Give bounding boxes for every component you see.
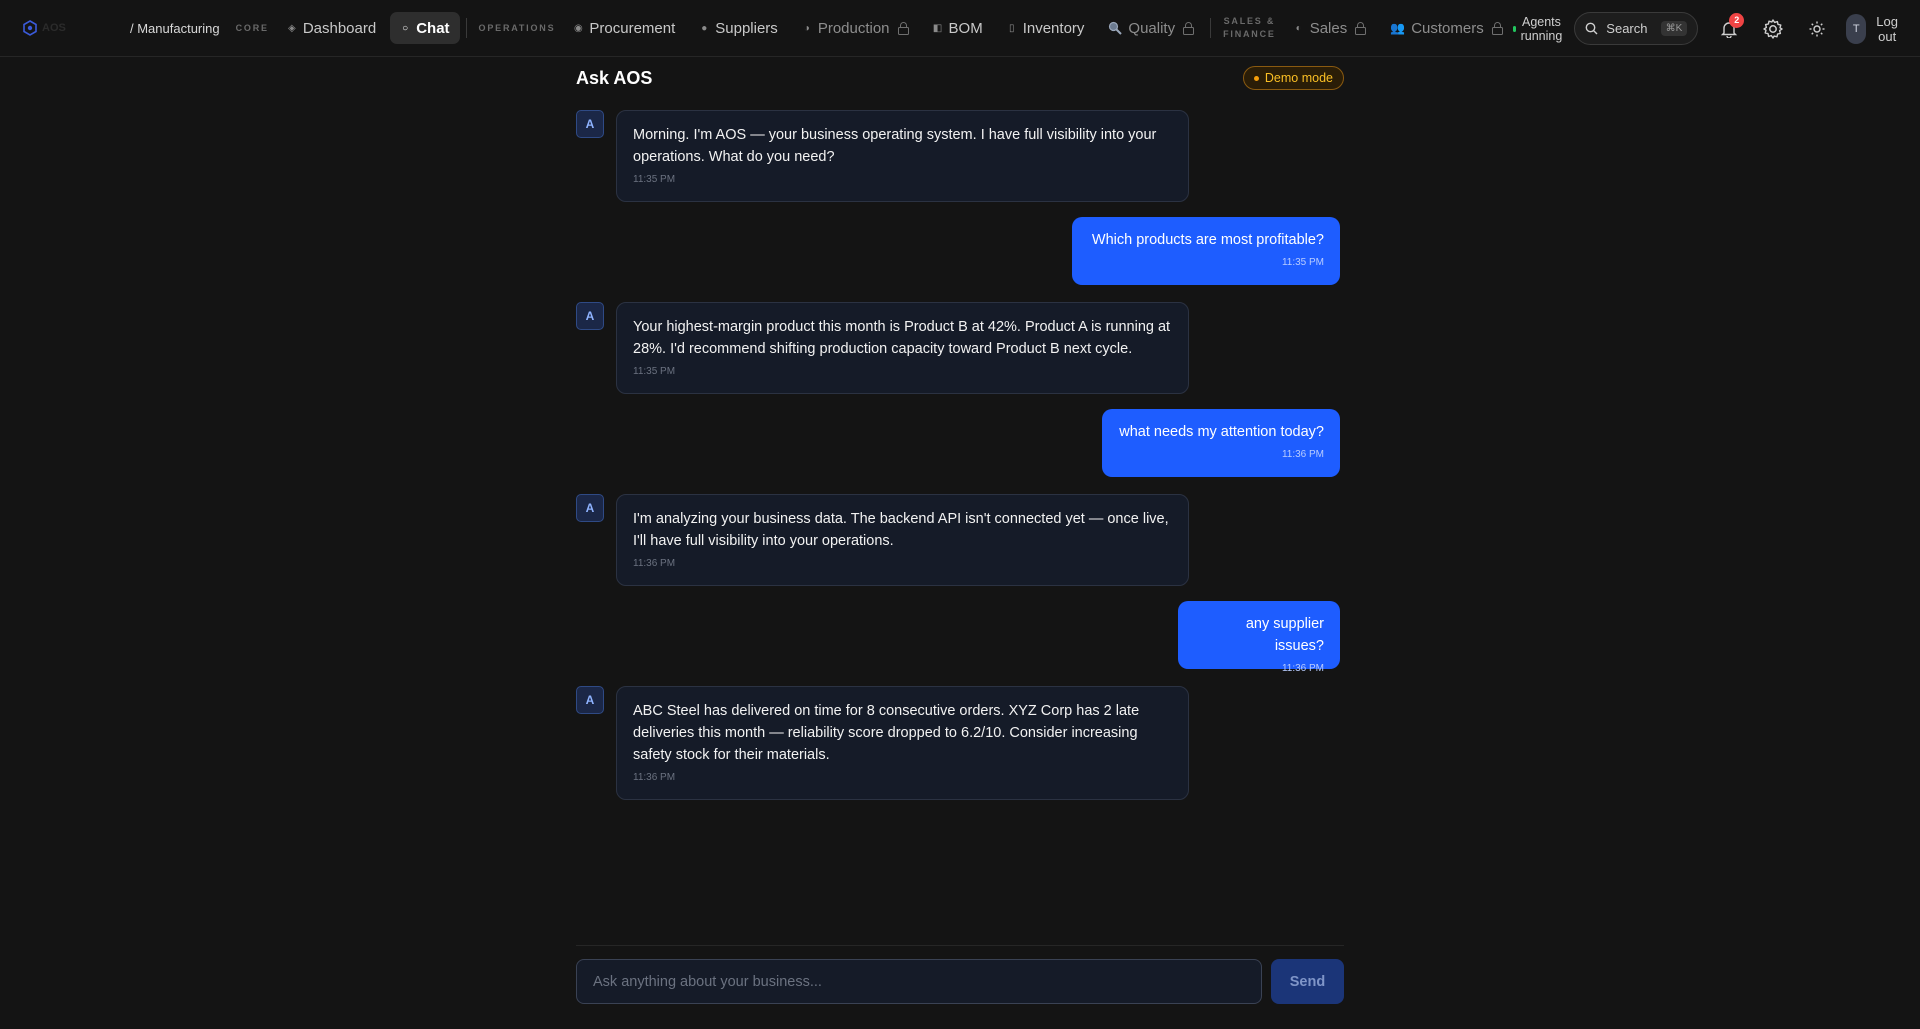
message-bubble: Which products are most profitable? 11:3…: [1072, 217, 1340, 285]
nav-divider: [465, 18, 467, 38]
logo-icon: [23, 20, 37, 36]
people-icon: 👥: [1390, 21, 1406, 35]
message-text: ABC Steel has delivered on time for 8 co…: [633, 703, 1140, 763]
top-nav: AOS / Manufacturing CORE ◈ Dashboard ○ C…: [0, 0, 1920, 57]
message-text: I'm analyzing your business data. The ba…: [633, 511, 1169, 549]
app-logo[interactable]: AOS: [22, 20, 106, 36]
message-time: 11:36 PM: [633, 772, 676, 783]
nav-item-suppliers[interactable]: ● Suppliers: [689, 12, 788, 44]
sales-icon: ◐: [1295, 22, 1302, 34]
notification-badge: 2: [1729, 12, 1745, 28]
search-button[interactable]: Search ⌘K: [1574, 12, 1699, 45]
nav-group-operations: OPERATIONS: [478, 22, 556, 33]
chat-panel: Ask AOS Demo mode A Morning. I'm AOS — y…: [576, 57, 1344, 1029]
nav-item-label: Sales: [1309, 19, 1348, 37]
nav-item-label: Suppliers: [715, 19, 778, 37]
message-text: Which products are most profitable?: [1091, 232, 1324, 248]
logo-text: AOS: [42, 22, 66, 34]
nav-item-label: Production: [817, 19, 890, 37]
inventory-icon: ▯: [1008, 22, 1015, 34]
message-time: 11:36 PM: [1281, 663, 1324, 674]
lock-icon: [1491, 22, 1503, 35]
nav-item-bom[interactable]: ◧ BOM: [923, 12, 993, 44]
user-avatar[interactable]: T: [1846, 13, 1867, 44]
page-title: Ask AOS: [576, 68, 653, 88]
lock-icon: [897, 22, 909, 35]
message-time: 11:35 PM: [1281, 257, 1324, 268]
message-time: 11:35 PM: [633, 174, 676, 185]
bom-icon: ◧: [932, 22, 943, 34]
assistant-avatar: A: [576, 494, 604, 522]
nav-item-label: Quality: [1128, 19, 1176, 37]
message-time: 11:35 PM: [633, 366, 676, 377]
status-dot-icon: [1253, 75, 1259, 81]
production-icon: ◑: [803, 22, 810, 34]
chat-icon: ○: [402, 22, 409, 34]
message-time: 11:36 PM: [633, 558, 676, 569]
nav-item-label: BOM: [948, 19, 983, 37]
nav-divider: [1210, 18, 1212, 38]
message-bubble: ABC Steel has delivered on time for 8 co…: [616, 686, 1189, 800]
message-text: what needs my attention today?: [1119, 424, 1324, 440]
nav-item-inventory[interactable]: ▯ Inventory: [997, 12, 1095, 44]
theme-toggle-button[interactable]: [1802, 14, 1832, 44]
group-label-line: FINANCE: [1223, 29, 1276, 39]
nav-item-label: Dashboard: [302, 19, 377, 37]
nav-item-label: Chat: [416, 19, 450, 37]
magnifier-icon: [1109, 21, 1123, 35]
nav-group-core: CORE: [235, 22, 269, 33]
suppliers-icon: ●: [701, 22, 708, 34]
message-bubble: what needs my attention today? 11:36 PM: [1102, 409, 1340, 477]
message-time: 11:36 PM: [1281, 449, 1324, 460]
search-shortcut: ⌘K: [1660, 21, 1688, 36]
agents-status[interactable]: Agents running: [1512, 14, 1563, 43]
nav-item-chat[interactable]: ○ Chat: [390, 12, 460, 44]
logout-label: Log: [1876, 13, 1898, 29]
dashboard-icon: ◈: [287, 22, 296, 34]
status-dot-icon: [1512, 25, 1516, 32]
send-button[interactable]: Send: [1271, 959, 1344, 1004]
lock-icon: [1355, 22, 1367, 35]
assistant-avatar: A: [576, 302, 604, 330]
nav-item-sales[interactable]: ◐ Sales: [1284, 12, 1377, 44]
composer-divider: [576, 945, 1344, 946]
assistant-avatar: A: [576, 686, 604, 714]
breadcrumb: / Manufacturing: [130, 20, 220, 36]
assistant-avatar: A: [576, 110, 604, 138]
message-bubble: I'm analyzing your business data. The ba…: [616, 494, 1189, 586]
agents-label: running: [1520, 28, 1563, 43]
demo-mode-badge: Demo mode: [1242, 66, 1344, 90]
toolbar: Agents running Search ⌘K 2 T Log out: [1512, 0, 1920, 57]
message-text: any supplier issues?: [1245, 616, 1324, 654]
message-bubble: any supplier issues? 11:36 PM: [1178, 601, 1340, 674]
message-text: Your highest-margin product this month i…: [633, 319, 1171, 357]
chat-input[interactable]: [576, 959, 1262, 1004]
notifications-button[interactable]: 2: [1714, 12, 1745, 44]
search-icon: [1585, 22, 1598, 35]
agents-label: Agents: [1521, 14, 1561, 29]
message-bubble: Your highest-margin product this month i…: [616, 302, 1189, 394]
group-label-line: SALES &: [1223, 16, 1276, 26]
nav-item-dashboard[interactable]: ◈ Dashboard: [277, 12, 386, 44]
gear-icon: [1763, 18, 1783, 39]
message-bubble: Morning. I'm AOS — your business operati…: [616, 110, 1189, 202]
lock-icon: [1183, 22, 1195, 35]
nav-item-label: Inventory: [1022, 19, 1085, 37]
nav-item-quality[interactable]: Quality: [1098, 12, 1204, 44]
sun-icon: [1809, 21, 1825, 36]
settings-button[interactable]: [1758, 14, 1788, 44]
logout-label: out: [1878, 28, 1897, 44]
nav-item-customers[interactable]: 👥 Customers: [1380, 12, 1512, 44]
search-label: Search: [1606, 21, 1648, 36]
nav-item-label: Customers: [1411, 19, 1484, 37]
logout-button[interactable]: Log out: [1876, 14, 1898, 44]
nav-group-sales-finance: SALES & FINANCE: [1223, 15, 1276, 41]
demo-label: Demo mode: [1264, 71, 1333, 85]
nav-item-label: Procurement: [589, 19, 676, 37]
message-text: Morning. I'm AOS — your business operati…: [633, 127, 1157, 165]
nav-item-production[interactable]: ◑ Production: [792, 12, 919, 44]
nav-item-procurement[interactable]: ◉ Procurement: [563, 12, 685, 44]
procurement-icon: ◉: [574, 22, 583, 34]
